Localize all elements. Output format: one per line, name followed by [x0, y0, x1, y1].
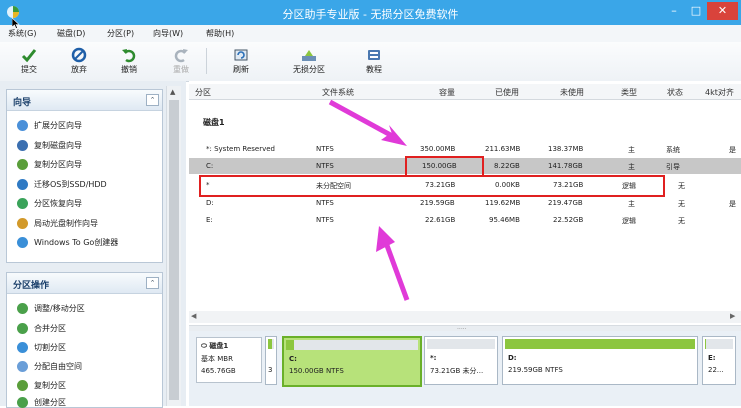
annotation-arrows [328, 99, 410, 301]
arrow-shaft-bottom [382, 239, 410, 301]
arrow-shaft-top [328, 99, 398, 141]
mouse-cursor-icon [12, 18, 20, 29]
